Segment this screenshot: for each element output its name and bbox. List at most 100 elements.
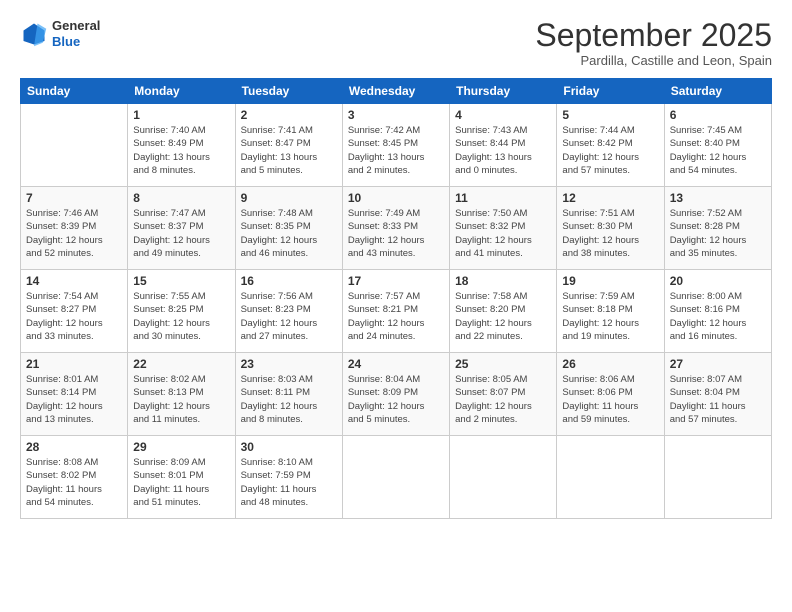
day-number: 16	[241, 274, 337, 288]
calendar-cell: 4 Sunrise: 7:43 AM Sunset: 8:44 PM Daylig…	[450, 104, 557, 187]
calendar-cell: 16 Sunrise: 7:56 AM Sunset: 8:23 PM Dayli…	[235, 270, 342, 353]
weekday-header-monday: Monday	[128, 79, 235, 104]
day-number: 8	[133, 191, 229, 205]
calendar-cell: 17 Sunrise: 7:57 AM Sunset: 8:21 PM Dayli…	[342, 270, 449, 353]
day-number: 13	[670, 191, 766, 205]
calendar-cell	[557, 436, 664, 519]
day-number: 11	[455, 191, 551, 205]
weekday-header-wednesday: Wednesday	[342, 79, 449, 104]
calendar-cell: 8 Sunrise: 7:47 AM Sunset: 8:37 PM Daylig…	[128, 187, 235, 270]
weekday-header-row: SundayMondayTuesdayWednesdayThursdayFrid…	[21, 79, 772, 104]
week-row-1: 1 Sunrise: 7:40 AM Sunset: 8:49 PM Daylig…	[21, 104, 772, 187]
logo: General Blue	[20, 18, 100, 49]
calendar-cell: 22 Sunrise: 8:02 AM Sunset: 8:13 PM Dayli…	[128, 353, 235, 436]
calendar-cell: 15Sunrise: 7:55 AM Sunset: 8:25 PM Dayli…	[128, 270, 235, 353]
day-info: Sunrise: 8:07 AM Sunset: 8:04 PM Dayligh…	[670, 373, 766, 426]
calendar-cell: 24 Sunrise: 8:04 AM Sunset: 8:09 PM Dayli…	[342, 353, 449, 436]
calendar-cell: 28 Sunrise: 8:08 AM Sunset: 8:02 PM Dayli…	[21, 436, 128, 519]
calendar-cell: 20 Sunrise: 8:00 AM Sunset: 8:16 PM Dayli…	[664, 270, 771, 353]
month-title: September 2025	[535, 18, 772, 53]
day-info: Sunrise: 7:45 AM Sunset: 8:40 PM Dayligh…	[670, 124, 766, 177]
calendar-cell: 18 Sunrise: 7:58 AM Sunset: 8:20 PM Dayli…	[450, 270, 557, 353]
calendar-cell: 13 Sunrise: 7:52 AM Sunset: 8:28 PM Dayli…	[664, 187, 771, 270]
day-info: Sunrise: 7:46 AM Sunset: 8:39 PM Dayligh…	[26, 207, 122, 260]
calendar-cell: 27Sunrise: 8:07 AM Sunset: 8:04 PM Dayli…	[664, 353, 771, 436]
calendar-cell: 3Sunrise: 7:42 AM Sunset: 8:45 PM Daylig…	[342, 104, 449, 187]
day-number: 23	[241, 357, 337, 371]
day-info: Sunrise: 7:48 AM Sunset: 8:35 PM Dayligh…	[241, 207, 337, 260]
calendar-cell	[664, 436, 771, 519]
calendar-cell	[21, 104, 128, 187]
day-number: 15	[133, 274, 229, 288]
day-info: Sunrise: 7:41 AM Sunset: 8:47 PM Dayligh…	[241, 124, 337, 177]
day-number: 30	[241, 440, 337, 454]
day-number: 12	[562, 191, 658, 205]
day-number: 18	[455, 274, 551, 288]
header: General Blue September 2025 Pardilla, Ca…	[20, 18, 772, 68]
day-info: Sunrise: 7:44 AM Sunset: 8:42 PM Dayligh…	[562, 124, 658, 177]
day-number: 1	[133, 108, 229, 122]
day-info: Sunrise: 7:47 AM Sunset: 8:37 PM Dayligh…	[133, 207, 229, 260]
calendar-cell: 10 Sunrise: 7:49 AM Sunset: 8:33 PM Dayli…	[342, 187, 449, 270]
calendar-cell: 14Sunrise: 7:54 AM Sunset: 8:27 PM Dayli…	[21, 270, 128, 353]
weekday-header-sunday: Sunday	[21, 79, 128, 104]
day-info: Sunrise: 8:05 AM Sunset: 8:07 PM Dayligh…	[455, 373, 551, 426]
day-number: 17	[348, 274, 444, 288]
day-number: 29	[133, 440, 229, 454]
day-info: Sunrise: 7:54 AM Sunset: 8:27 PM Dayligh…	[26, 290, 122, 343]
calendar-cell: 30 Sunrise: 8:10 AM Sunset: 7:59 PM Dayli…	[235, 436, 342, 519]
day-number: 28	[26, 440, 122, 454]
day-number: 25	[455, 357, 551, 371]
logo-blue-text: Blue	[52, 34, 100, 50]
day-info: Sunrise: 8:00 AM Sunset: 8:16 PM Dayligh…	[670, 290, 766, 343]
day-number: 21	[26, 357, 122, 371]
day-info: Sunrise: 7:51 AM Sunset: 8:30 PM Dayligh…	[562, 207, 658, 260]
location-subtitle: Pardilla, Castille and Leon, Spain	[535, 53, 772, 68]
day-info: Sunrise: 8:10 AM Sunset: 7:59 PM Dayligh…	[241, 456, 337, 509]
day-info: Sunrise: 8:09 AM Sunset: 8:01 PM Dayligh…	[133, 456, 229, 509]
day-number: 26	[562, 357, 658, 371]
day-info: Sunrise: 7:42 AM Sunset: 8:45 PM Dayligh…	[348, 124, 444, 177]
calendar-cell: 29 Sunrise: 8:09 AM Sunset: 8:01 PM Dayli…	[128, 436, 235, 519]
logo-icon	[20, 20, 48, 48]
calendar-cell: 9Sunrise: 7:48 AM Sunset: 8:35 PM Daylig…	[235, 187, 342, 270]
day-number: 5	[562, 108, 658, 122]
day-number: 20	[670, 274, 766, 288]
day-number: 22	[133, 357, 229, 371]
day-info: Sunrise: 7:40 AM Sunset: 8:49 PM Dayligh…	[133, 124, 229, 177]
calendar-cell: 26 Sunrise: 8:06 AM Sunset: 8:06 PM Dayli…	[557, 353, 664, 436]
day-info: Sunrise: 8:03 AM Sunset: 8:11 PM Dayligh…	[241, 373, 337, 426]
day-info: Sunrise: 8:04 AM Sunset: 8:09 PM Dayligh…	[348, 373, 444, 426]
day-info: Sunrise: 7:52 AM Sunset: 8:28 PM Dayligh…	[670, 207, 766, 260]
day-info: Sunrise: 8:06 AM Sunset: 8:06 PM Dayligh…	[562, 373, 658, 426]
weekday-header-thursday: Thursday	[450, 79, 557, 104]
page: General Blue September 2025 Pardilla, Ca…	[0, 0, 792, 612]
title-area: September 2025 Pardilla, Castille and Le…	[535, 18, 772, 68]
calendar-cell	[450, 436, 557, 519]
week-row-5: 28 Sunrise: 8:08 AM Sunset: 8:02 PM Dayli…	[21, 436, 772, 519]
day-number: 24	[348, 357, 444, 371]
day-info: Sunrise: 8:08 AM Sunset: 8:02 PM Dayligh…	[26, 456, 122, 509]
calendar-cell: 19Sunrise: 7:59 AM Sunset: 8:18 PM Dayli…	[557, 270, 664, 353]
day-info: Sunrise: 7:50 AM Sunset: 8:32 PM Dayligh…	[455, 207, 551, 260]
day-number: 4	[455, 108, 551, 122]
weekday-header-tuesday: Tuesday	[235, 79, 342, 104]
day-number: 2	[241, 108, 337, 122]
day-info: Sunrise: 7:57 AM Sunset: 8:21 PM Dayligh…	[348, 290, 444, 343]
day-number: 7	[26, 191, 122, 205]
week-row-3: 14Sunrise: 7:54 AM Sunset: 8:27 PM Dayli…	[21, 270, 772, 353]
day-info: Sunrise: 7:59 AM Sunset: 8:18 PM Dayligh…	[562, 290, 658, 343]
day-info: Sunrise: 7:49 AM Sunset: 8:33 PM Dayligh…	[348, 207, 444, 260]
calendar-cell: 1 Sunrise: 7:40 AM Sunset: 8:49 PM Daylig…	[128, 104, 235, 187]
calendar-cell: 11 Sunrise: 7:50 AM Sunset: 8:32 PM Dayli…	[450, 187, 557, 270]
calendar-cell: 25 Sunrise: 8:05 AM Sunset: 8:07 PM Dayli…	[450, 353, 557, 436]
day-info: Sunrise: 7:58 AM Sunset: 8:20 PM Dayligh…	[455, 290, 551, 343]
day-number: 10	[348, 191, 444, 205]
day-info: Sunrise: 8:01 AM Sunset: 8:14 PM Dayligh…	[26, 373, 122, 426]
day-info: Sunrise: 8:02 AM Sunset: 8:13 PM Dayligh…	[133, 373, 229, 426]
weekday-header-friday: Friday	[557, 79, 664, 104]
day-info: Sunrise: 7:56 AM Sunset: 8:23 PM Dayligh…	[241, 290, 337, 343]
calendar-cell	[342, 436, 449, 519]
day-number: 6	[670, 108, 766, 122]
day-info: Sunrise: 7:43 AM Sunset: 8:44 PM Dayligh…	[455, 124, 551, 177]
